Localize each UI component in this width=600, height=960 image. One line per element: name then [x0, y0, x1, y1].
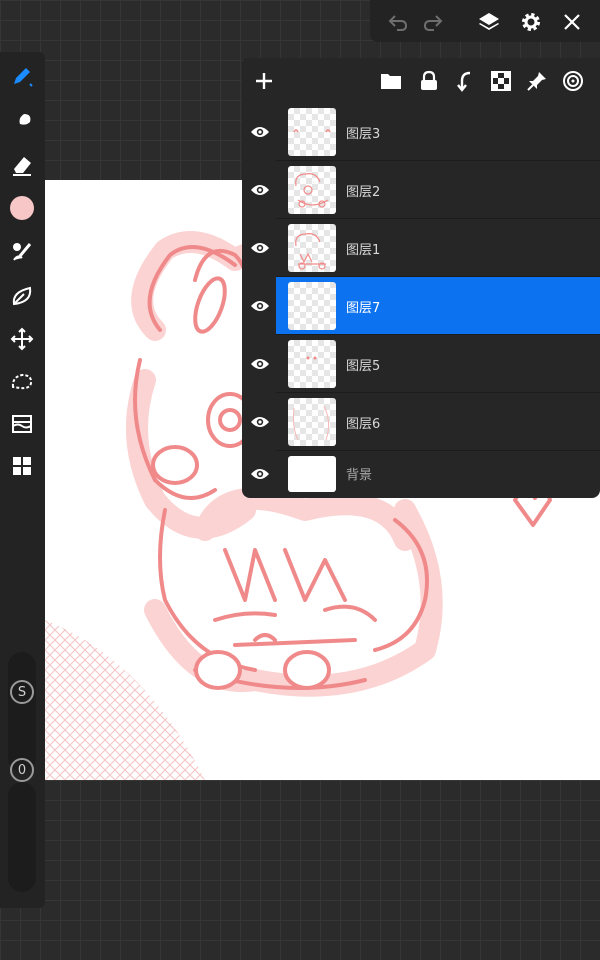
layer-name: 背景 — [346, 468, 373, 483]
visibility-eye-icon[interactable] — [248, 120, 272, 144]
layer-name: 图层2 — [346, 185, 381, 200]
layers-icon[interactable] — [476, 9, 502, 35]
layer-row[interactable]: 图层5 — [242, 335, 600, 393]
pin-icon[interactable] — [524, 68, 550, 94]
layer-name: 图层5 — [346, 359, 381, 374]
eraser-icon[interactable] — [6, 149, 38, 181]
layer-row[interactable]: 图层1 — [242, 219, 600, 277]
reference-icon[interactable] — [560, 68, 586, 94]
undo-icon[interactable] — [385, 9, 411, 35]
close-icon[interactable] — [559, 9, 585, 35]
layer-name: 图层7 — [346, 301, 381, 316]
layer-row[interactable]: 图层6 — [242, 393, 600, 451]
redo-icon[interactable] — [420, 9, 446, 35]
smudge-icon[interactable] — [6, 106, 38, 138]
selection-icon[interactable] — [6, 365, 38, 397]
layer-thumbnail — [288, 456, 336, 492]
layer-thumbnail — [288, 398, 336, 446]
visibility-eye-icon[interactable] — [248, 352, 272, 376]
layer-body[interactable]: 图层6 — [276, 393, 600, 451]
opacity-button[interactable]: 0 — [10, 758, 34, 782]
alpha-lock-icon[interactable] — [488, 68, 514, 94]
folder-icon[interactable] — [378, 68, 404, 94]
top-toolbar — [370, 0, 600, 42]
layer-body[interactable]: 图层2 — [276, 161, 600, 219]
lock-icon[interactable] — [416, 68, 442, 94]
layer-row-selected[interactable]: 图层7 — [242, 277, 600, 335]
layer-body[interactable]: 图层1 — [276, 219, 600, 277]
layer-thumbnail — [288, 166, 336, 214]
add-icon[interactable] — [251, 68, 277, 94]
merge-down-icon[interactable] — [452, 68, 478, 94]
shape-icon[interactable] — [6, 280, 38, 312]
size-button[interactable]: S — [10, 680, 34, 704]
brush-opacity-slider[interactable] — [8, 782, 36, 892]
layer-name: 图层1 — [346, 243, 381, 258]
brush-library-icon[interactable] — [6, 236, 38, 268]
visibility-eye-icon[interactable] — [248, 236, 272, 260]
visibility-eye-icon[interactable] — [248, 462, 272, 486]
layer-row[interactable]: 图层3 — [242, 103, 600, 161]
visibility-eye-icon[interactable] — [248, 294, 272, 318]
layer-row[interactable]: 图层2 — [242, 161, 600, 219]
left-toolbar: S 0 — [0, 52, 45, 908]
brush-size-slider[interactable] — [8, 652, 36, 772]
brush-icon[interactable] — [6, 60, 38, 92]
background-layer-row[interactable]: 背景 — [242, 451, 600, 498]
layer-name: 图层3 — [346, 127, 381, 142]
adjustments-icon[interactable] — [6, 408, 38, 440]
layer-thumbnail — [288, 108, 336, 156]
layer-thumbnail — [288, 224, 336, 272]
layer-body[interactable]: 背景 — [276, 451, 600, 498]
layer-body[interactable]: 图层7 — [276, 277, 600, 335]
layer-body[interactable]: 图层5 — [276, 335, 600, 393]
layer-name: 图层6 — [346, 417, 381, 432]
layer-body[interactable]: 图层3 — [276, 103, 600, 161]
settings-icon[interactable] — [518, 9, 544, 35]
visibility-eye-icon[interactable] — [248, 410, 272, 434]
layer-thumbnail — [288, 340, 336, 388]
layers-panel: 图层3 图层2 图层1 图层7 图层5 图层6 背景 — [242, 58, 600, 498]
gallery-icon[interactable] — [6, 450, 38, 482]
visibility-eye-icon[interactable] — [248, 178, 272, 202]
transform-icon[interactable] — [6, 323, 38, 355]
layer-thumbnail — [288, 282, 336, 330]
layers-panel-header — [242, 58, 600, 104]
color-swatch[interactable] — [6, 192, 38, 224]
